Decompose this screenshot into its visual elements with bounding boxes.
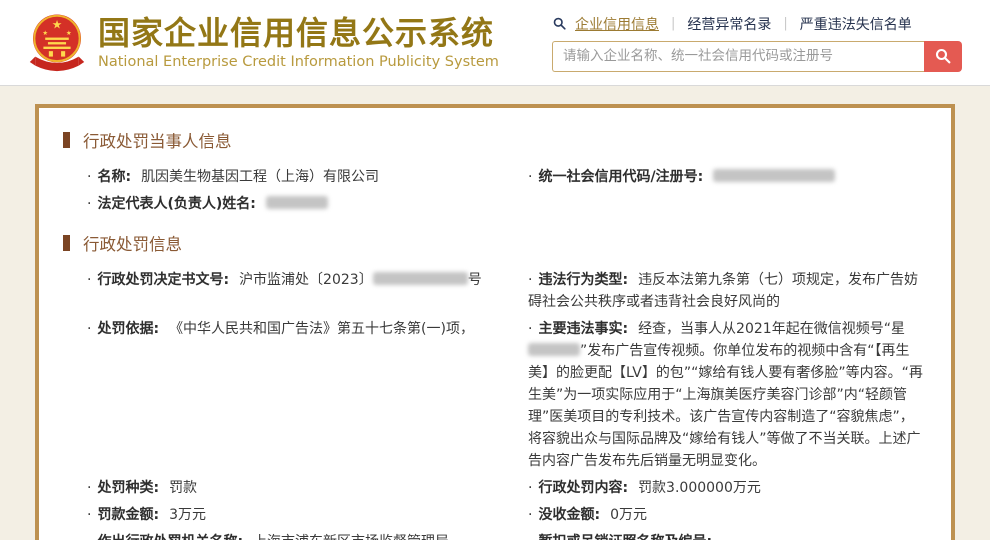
field-penalty-basis: ·处罚依据:《中华人民共和国广告法》第五十七条第(一)项， [87,318,514,340]
field-fine-amount: ·罚款金额:3万元 [87,504,514,526]
search-input[interactable] [552,41,924,72]
redacted-value [266,196,328,209]
top-nav: 企业信用信息 | 经营异常名录 | 严重违法失信名单 [552,14,962,34]
site-title-en: National Enterprise Credit Information P… [98,54,499,70]
penalty-fields-grid: ·行政处罚决定书文号:沪市监浦处〔2023〕号 ·违法行为类型:违反本法第九条第… [63,269,927,540]
penalty-detail-panel: 行政处罚当事人信息 ·名称:肌因美生物基因工程（上海）有限公司 ·统一社会信用代… [35,104,955,540]
site-header: ★ ★ ★ 国家企业信用信息公示系统 National Enterprise C… [0,0,990,86]
nav-abnormal-operations-list[interactable]: 经营异常名录 [687,14,771,34]
brand: ★ ★ ★ 国家企业信用信息公示系统 National Enterprise C… [28,11,499,75]
search-icon [552,16,567,31]
search-button[interactable] [924,41,962,72]
redacted-value [373,272,468,285]
svg-text:★: ★ [52,17,63,31]
field-penalty-authority: ·作出行政处罚机关名称:上海市浦东新区市场监督管理局 [87,531,514,540]
section-penalty-header: 行政处罚信息 [63,231,927,255]
redacted-value [713,169,835,182]
field-penalty-content: ·行政处罚内容:罚款3.000000万元 [528,477,927,499]
site-titles: 国家企业信用信息公示系统 National Enterprise Credit … [98,15,499,70]
field-main-illegal-facts: ·主要违法事实:经查，当事人从2021年起在微信视频号“星”发布广告宣传视频。你… [528,318,927,472]
header-right: 企业信用信息 | 经营异常名录 | 严重违法失信名单 [552,14,962,72]
section-penalty-title: 行政处罚信息 [83,231,182,255]
field-violation-type: ·违法行为类型:违反本法第九条第（七）项规定，发布广告妨碍社会公共秩序或者违背社… [528,269,927,313]
section-party-header: 行政处罚当事人信息 [63,128,927,152]
field-confiscation-amount: ·没收金额:0万元 [528,504,927,526]
section-marker [63,132,70,148]
field-company-name: ·名称:肌因美生物基因工程（上海）有限公司 [87,166,514,188]
nav-enterprise-credit-info[interactable]: 企业信用信息 [575,14,659,34]
nav-divider: | [671,16,675,31]
svg-text:★: ★ [42,29,48,36]
section-party-title: 行政处罚当事人信息 [83,128,232,152]
page: ★ ★ ★ 国家企业信用信息公示系统 National Enterprise C… [0,0,990,540]
field-decision-doc-number: ·行政处罚决定书文号:沪市监浦处〔2023〕号 [87,269,514,291]
field-penalty-type: ·处罚种类:罚款 [87,477,514,499]
redacted-value [528,343,580,356]
national-emblem-logo: ★ ★ ★ [28,11,86,75]
nav-divider: | [783,16,787,31]
svg-text:★: ★ [66,29,72,36]
section-party-info: 行政处罚当事人信息 ·名称:肌因美生物基因工程（上海）有限公司 ·统一社会信用代… [63,128,927,215]
search-icon [934,47,952,65]
section-marker [63,235,70,251]
search-bar [552,41,962,72]
main-content: 行政处罚当事人信息 ·名称:肌因美生物基因工程（上海）有限公司 ·统一社会信用代… [0,86,990,540]
field-license-suspension: ·暂扣或吊销证照名称及编号: [528,531,927,540]
section-penalty-info: 行政处罚信息 ·行政处罚决定书文号:沪市监浦处〔2023〕号 ·违法行为类型:违… [63,231,927,540]
party-fields-grid: ·名称:肌因美生物基因工程（上海）有限公司 ·统一社会信用代码/注册号: ·法定… [63,166,927,215]
field-legal-representative: ·法定代表人(负责人)姓名: [87,193,514,215]
field-unified-social-credit-code: ·统一社会信用代码/注册号: [528,166,927,188]
nav-serious-violations-list[interactable]: 严重违法失信名单 [800,14,912,34]
site-title-zh: 国家企业信用信息公示系统 [98,15,499,52]
